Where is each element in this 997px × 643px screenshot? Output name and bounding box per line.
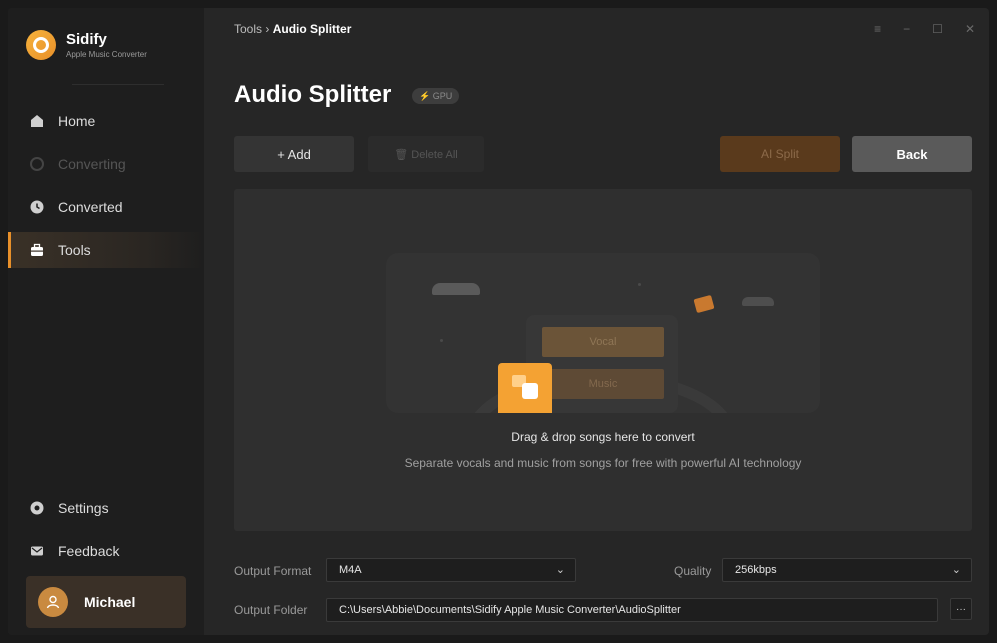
page-title: Audio Splitter — [234, 81, 392, 108]
output-folder-value: C:\Users\Abbie\Documents\Sidify Apple Mu… — [339, 604, 681, 616]
main-content: Tools › Audio Splitter ≡ − ☐ ✕ Audio Spl… — [204, 8, 989, 635]
breadcrumb-parent[interactable]: Tools — [234, 22, 262, 36]
browse-folder-button[interactable]: ··· — [950, 598, 972, 620]
drop-zone[interactable]: Vocal Music Drag & drop songs here to co… — [234, 189, 972, 531]
home-icon — [30, 114, 44, 128]
sidify-logo-icon — [26, 30, 56, 60]
sidebar-item-label: Tools — [58, 242, 91, 258]
gpu-badge: ⚡ GPU — [412, 88, 460, 104]
output-folder-field[interactable]: C:\Users\Abbie\Documents\Sidify Apple Mu… — [326, 598, 938, 622]
sidebar-item-converted[interactable]: Converted — [8, 189, 204, 225]
logo-divider — [72, 84, 164, 85]
gear-icon — [30, 501, 44, 515]
output-folder-label: Output Folder — [234, 603, 308, 617]
quality-label: Quality — [674, 564, 712, 578]
drop-instruction: Drag & drop songs here to convert — [511, 430, 695, 444]
back-button[interactable]: Back — [852, 136, 972, 172]
chevron-down-icon: ⌄ — [555, 564, 565, 576]
cloud-icon — [432, 283, 480, 295]
quality-select[interactable]: 256kbps ⌄ — [722, 558, 972, 582]
add-button[interactable]: + Add — [234, 136, 354, 172]
mail-icon — [30, 544, 44, 558]
audio-split-icon — [498, 363, 552, 413]
vocal-track-label: Vocal — [542, 327, 664, 357]
output-format-label: Output Format — [234, 564, 312, 578]
cloud-icon — [742, 297, 774, 306]
sidebar-item-home[interactable]: Home — [8, 103, 204, 139]
sidebar-item-converting[interactable]: Converting — [8, 146, 204, 182]
avatar — [38, 587, 68, 617]
toolbox-icon — [30, 243, 44, 257]
sidebar-item-settings[interactable]: Settings — [8, 490, 204, 526]
minimize-icon[interactable]: − — [903, 22, 910, 36]
app-window: Sidify Apple Music Converter Home Conver… — [8, 8, 989, 635]
app-logo: Sidify Apple Music Converter — [26, 30, 147, 60]
window-controls: ≡ − ☐ ✕ — [874, 22, 975, 36]
breadcrumb: Tools › Audio Splitter — [234, 22, 351, 36]
quality-value: 256kbps — [735, 564, 777, 576]
sidebar-item-label: Feedback — [58, 543, 120, 559]
user-name: Michael — [84, 594, 136, 610]
sidebar-item-label: Home — [58, 113, 96, 129]
sidebar-item-label: Converted — [58, 199, 123, 215]
dot — [638, 283, 641, 286]
drop-description: Separate vocals and music from songs for… — [404, 456, 802, 470]
user-icon — [46, 595, 60, 609]
output-format-value: M4A — [339, 564, 362, 576]
menu-icon[interactable]: ≡ — [874, 22, 881, 36]
breadcrumb-separator: › — [265, 22, 270, 36]
output-format-select[interactable]: M4A ⌄ — [326, 558, 576, 582]
converting-icon — [30, 157, 44, 171]
sidebar-item-tools[interactable]: Tools — [8, 232, 204, 268]
maximize-icon[interactable]: ☐ — [932, 22, 943, 36]
app-subtitle: Apple Music Converter — [66, 50, 147, 59]
music-track-label: Music — [542, 369, 664, 399]
chevron-down-icon: ⌄ — [951, 564, 961, 576]
sidebar: Sidify Apple Music Converter Home Conver… — [8, 8, 204, 635]
user-profile[interactable]: Michael — [26, 576, 186, 628]
sidebar-item-feedback[interactable]: Feedback — [8, 533, 204, 569]
close-icon[interactable]: ✕ — [965, 22, 975, 36]
sidebar-item-label: Converting — [58, 156, 126, 172]
breadcrumb-current: Audio Splitter — [272, 22, 352, 36]
dot — [440, 339, 443, 342]
app-name: Sidify — [66, 31, 107, 48]
splitter-illustration: Vocal Music — [386, 253, 820, 413]
sidebar-item-label: Settings — [58, 500, 109, 516]
audio-file-icon — [693, 294, 715, 314]
delete-all-button[interactable]: 🗑 Delete All — [368, 136, 484, 172]
ai-split-button[interactable]: AI Split — [720, 136, 840, 172]
clock-icon — [30, 200, 44, 214]
